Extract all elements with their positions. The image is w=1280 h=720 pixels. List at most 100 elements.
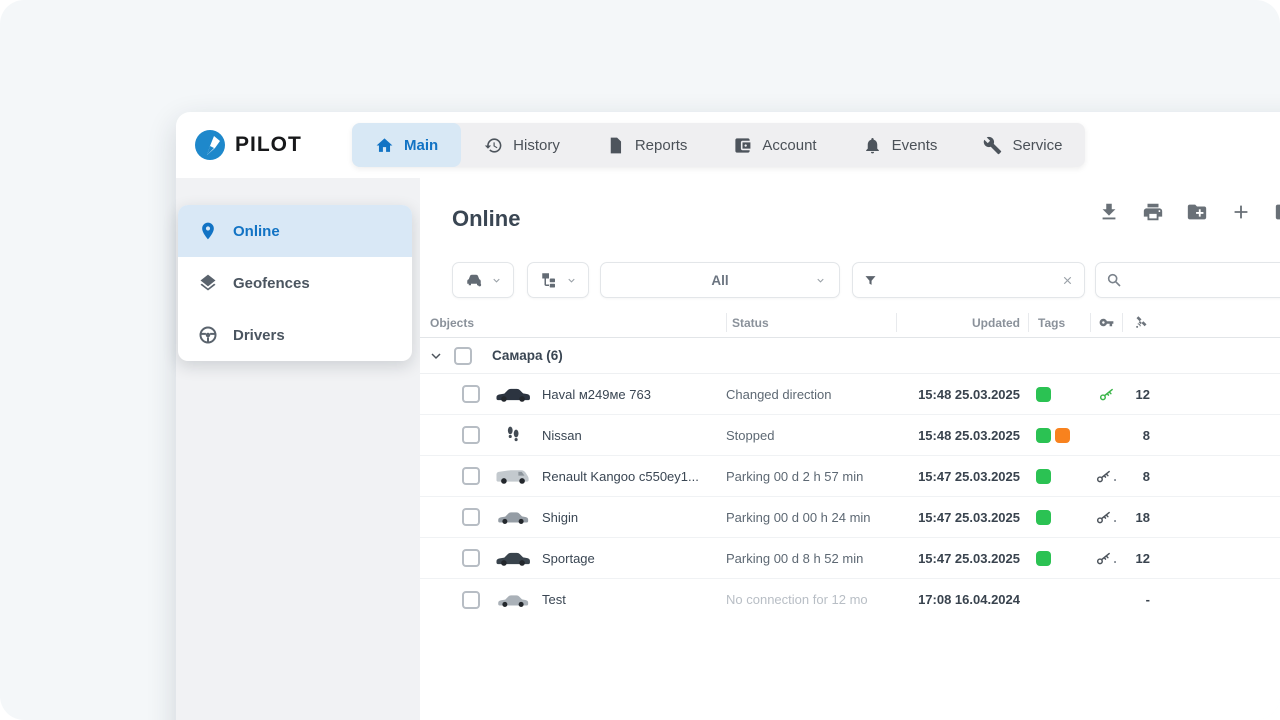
vehicle-tags bbox=[1028, 428, 1090, 443]
group-select[interactable]: All bbox=[600, 262, 840, 298]
sidebar-item-online[interactable]: Online bbox=[178, 205, 412, 257]
satellite-count: - bbox=[1122, 592, 1160, 607]
row-checkbox[interactable] bbox=[462, 426, 480, 444]
column-header-satellites[interactable] bbox=[1122, 308, 1160, 337]
page-background: PILOT Main History Reports Account bbox=[0, 0, 1280, 720]
row-checkbox[interactable] bbox=[462, 467, 480, 485]
download-icon bbox=[1098, 201, 1120, 223]
table-row[interactable]: Sportage Parking 00 d 8 h 52 min 15:47 2… bbox=[420, 538, 1280, 579]
search-input[interactable] bbox=[1130, 273, 1280, 288]
add-folder-button[interactable] bbox=[1186, 201, 1208, 223]
location-pin-icon bbox=[198, 221, 218, 241]
column-header-tags[interactable]: Tags bbox=[1028, 308, 1090, 337]
column-header-ignition[interactable] bbox=[1090, 308, 1122, 337]
row-checkbox[interactable] bbox=[462, 385, 480, 403]
vehicle-tags bbox=[1028, 387, 1090, 402]
chevron-down-icon bbox=[815, 275, 826, 286]
wallet-icon bbox=[733, 136, 752, 155]
print-button[interactable] bbox=[1142, 201, 1164, 223]
column-label: Tags bbox=[1038, 316, 1065, 330]
ignition-cell: . bbox=[1090, 468, 1122, 485]
key-icon bbox=[1099, 315, 1114, 330]
home-icon bbox=[375, 136, 394, 155]
tab-main[interactable]: Main bbox=[352, 123, 461, 167]
brand-logo-text: PILOT bbox=[235, 133, 302, 157]
status-filter-dropdown[interactable] bbox=[452, 262, 514, 298]
column-header-objects[interactable]: Objects bbox=[420, 308, 726, 337]
ignition-cell bbox=[1090, 386, 1122, 403]
app-window: PILOT Main History Reports Account bbox=[176, 112, 1280, 720]
table-row[interactable]: Test No connection for 12 mo 17:08 16.04… bbox=[420, 579, 1280, 620]
layers-icon bbox=[198, 273, 218, 293]
tab-history[interactable]: History bbox=[461, 123, 583, 167]
vehicle-tags bbox=[1028, 469, 1090, 484]
page-title: Online bbox=[452, 206, 520, 232]
tab-events[interactable]: Events bbox=[840, 123, 961, 167]
tag-green bbox=[1036, 428, 1051, 443]
key-green-icon bbox=[1098, 386, 1115, 403]
left-column: Online Geofences Drivers bbox=[176, 178, 420, 720]
funnel-icon bbox=[863, 273, 878, 288]
key-icon bbox=[1095, 550, 1112, 567]
tag-green bbox=[1036, 469, 1051, 484]
tab-account[interactable]: Account bbox=[710, 123, 839, 167]
table-row[interactable]: Nissan Stopped 15:48 25.03.2025 8 bbox=[420, 415, 1280, 456]
row-checkbox[interactable] bbox=[462, 508, 480, 526]
vehicle-photo bbox=[494, 383, 532, 405]
group-checkbox[interactable] bbox=[454, 347, 472, 365]
clear-filter-icon[interactable] bbox=[1061, 274, 1074, 287]
vehicle-name: Shigin bbox=[542, 510, 578, 525]
tab-label: Reports bbox=[635, 137, 688, 154]
satellite-count: 12 bbox=[1122, 551, 1160, 566]
add-button[interactable] bbox=[1230, 201, 1252, 223]
key-dot: . bbox=[1113, 510, 1117, 525]
grouping-dropdown[interactable] bbox=[527, 262, 589, 298]
vehicle-updated: 15:47 25.03.2025 bbox=[896, 510, 1028, 525]
vehicle-photo bbox=[494, 506, 532, 528]
vehicle-name: Test bbox=[542, 592, 566, 607]
window-header: PILOT Main History Reports Account bbox=[176, 112, 1280, 178]
column-header-updated[interactable]: Updated bbox=[896, 308, 1028, 337]
tab-service[interactable]: Service bbox=[960, 123, 1085, 167]
vehicle-updated: 17:08 16.04.2024 bbox=[896, 592, 1028, 607]
tab-label: Account bbox=[762, 137, 816, 154]
objects-table: Objects Status Updated Tags bbox=[420, 308, 1280, 620]
vehicle-updated: 15:48 25.03.2025 bbox=[896, 428, 1028, 443]
filter-input[interactable] bbox=[886, 273, 1053, 288]
vehicle-updated: 15:47 25.03.2025 bbox=[896, 551, 1028, 566]
tag-green bbox=[1036, 551, 1051, 566]
folder-open-button[interactable] bbox=[1274, 201, 1280, 223]
group-select-value: All bbox=[711, 273, 728, 288]
search-icon bbox=[1106, 272, 1122, 288]
sidebar-item-geofences[interactable]: Geofences bbox=[178, 257, 412, 309]
folder-open-icon bbox=[1274, 201, 1280, 223]
table-row[interactable]: Shigin Parking 00 d 00 h 24 min 15:47 25… bbox=[420, 497, 1280, 538]
download-button[interactable] bbox=[1098, 201, 1120, 223]
document-icon bbox=[606, 136, 625, 155]
vehicle-status: Parking 00 d 00 h 24 min bbox=[726, 510, 896, 525]
table-row[interactable]: Haval м249ме 763 Changed direction 15:48… bbox=[420, 374, 1280, 415]
row-checkbox[interactable] bbox=[462, 549, 480, 567]
vehicle-status: Changed direction bbox=[726, 387, 896, 402]
sidebar-item-label: Geofences bbox=[233, 275, 310, 292]
sidebar-item-label: Drivers bbox=[233, 327, 285, 344]
tab-label: Service bbox=[1012, 137, 1062, 154]
column-header-status[interactable]: Status bbox=[726, 308, 896, 337]
collapse-group-icon[interactable] bbox=[428, 348, 444, 364]
vehicle-updated: 15:47 25.03.2025 bbox=[896, 469, 1028, 484]
ignition-cell: . bbox=[1090, 509, 1122, 526]
tab-reports[interactable]: Reports bbox=[583, 123, 711, 167]
vehicle-name: Haval м249ме 763 bbox=[542, 387, 651, 402]
tag-green bbox=[1036, 510, 1051, 525]
vehicle-name: Sportage bbox=[542, 551, 595, 566]
footprints-icon bbox=[494, 424, 532, 446]
column-label: Objects bbox=[430, 316, 474, 330]
satellite-count: 18 bbox=[1122, 510, 1160, 525]
sidebar-item-drivers[interactable]: Drivers bbox=[178, 309, 412, 361]
tab-label: Events bbox=[892, 137, 938, 154]
satellite-icon bbox=[1134, 315, 1149, 330]
filter-input-wrap bbox=[852, 262, 1085, 298]
row-checkbox[interactable] bbox=[462, 591, 480, 609]
table-row[interactable]: Renault Kangoo c550ey1... Parking 00 d 2… bbox=[420, 456, 1280, 497]
sidebar: Online Geofences Drivers bbox=[178, 205, 412, 361]
